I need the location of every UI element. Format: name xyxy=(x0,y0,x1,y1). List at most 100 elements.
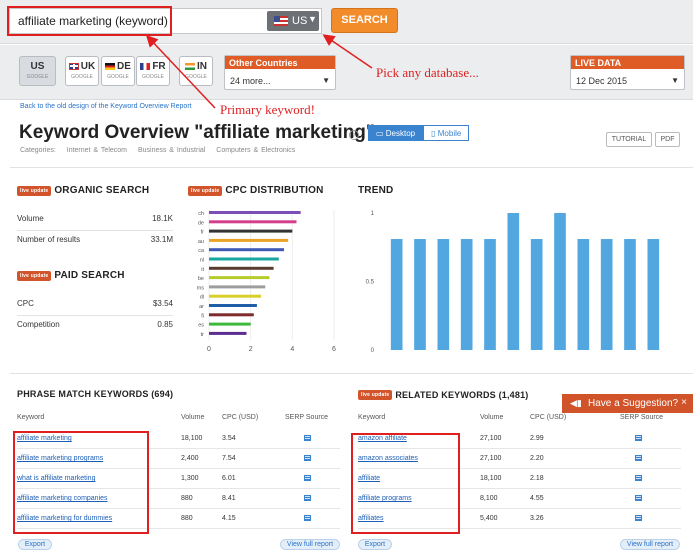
mobile-toggle-button[interactable]: ▯ Mobile xyxy=(423,125,470,141)
bar xyxy=(460,239,473,350)
cpc-cell: 3.26 xyxy=(530,515,544,522)
serp-snapshot-icon[interactable] xyxy=(635,455,642,461)
volume-cell: 27,100 xyxy=(480,435,502,442)
export-button[interactable]: Export xyxy=(358,539,392,550)
metric-row-cpc: CPC $3.54 xyxy=(17,295,173,316)
volume-cell: 880 xyxy=(181,495,193,502)
col-header-keyword: Keyword xyxy=(358,414,386,421)
cpc-cell: 3.54 xyxy=(222,435,236,442)
tick-label: 4 xyxy=(290,346,294,353)
serp-snapshot-icon[interactable] xyxy=(635,515,642,521)
phone-icon: ▯ xyxy=(431,129,438,138)
bar xyxy=(209,322,251,326)
serp-snapshot-icon[interactable] xyxy=(304,455,311,461)
monitor-icon: ▭ xyxy=(376,129,386,138)
tick-label: 0 xyxy=(371,348,375,354)
col-header-volume: Volume xyxy=(480,414,504,421)
category-label: ca xyxy=(198,248,205,254)
cpc-cell: 8.41 xyxy=(222,495,236,502)
close-icon[interactable]: × xyxy=(681,397,687,408)
cpc-cell: 4.55 xyxy=(530,495,544,502)
annotation-pick-database: Pick any database... xyxy=(376,65,479,80)
live-update-badge: live update xyxy=(358,389,393,400)
bar xyxy=(209,257,279,261)
pdf-button[interactable]: PDF xyxy=(655,132,680,147)
bar xyxy=(209,313,254,317)
volume-cell: 8,100 xyxy=(480,495,498,502)
cpc-cell: 2.20 xyxy=(530,455,544,462)
categories-label: Categories: xyxy=(20,147,56,154)
metric-label: Volume xyxy=(17,214,44,223)
annotation-primary-keyword: Primary keyword! xyxy=(220,102,315,117)
view-full-report-button[interactable]: View full report xyxy=(620,539,680,550)
cpc-cell: 2.99 xyxy=(530,435,544,442)
serp-snapshot-icon[interactable] xyxy=(635,495,642,501)
category-label: dl xyxy=(200,295,204,301)
bar xyxy=(209,276,270,280)
metric-row-competition: Competition 0.85 xyxy=(17,316,173,337)
bar xyxy=(209,211,301,214)
metric-label: Competition xyxy=(17,320,60,329)
phrase-match-title: PHRASE MATCH KEYWORDS (694) xyxy=(17,389,174,399)
live-update-badge: live update xyxy=(188,185,223,196)
back-to-old-design-link[interactable]: Back to the old design of the Keyword Ov… xyxy=(20,103,192,110)
view-full-report-button[interactable]: View full report xyxy=(280,539,340,550)
cpc-distribution-title: live update CPC DISTRIBUTION xyxy=(188,185,324,196)
tick-label: 0.5 xyxy=(366,280,375,286)
organic-search-title-text: ORGANIC SEARCH xyxy=(54,185,150,196)
device-toggle: ▭ Desktop ▯ Mobile xyxy=(368,125,470,141)
organic-search-title: live update ORGANIC SEARCH xyxy=(17,185,149,196)
cpc-cell: 7.54 xyxy=(222,455,236,462)
metric-value: $3.54 xyxy=(152,299,173,308)
trend-chart: 00.51 xyxy=(366,211,660,354)
category-label: ch xyxy=(198,211,204,217)
volume-cell: 18,100 xyxy=(181,435,203,442)
serp-snapshot-icon[interactable] xyxy=(304,515,311,521)
category-label: au xyxy=(198,239,204,245)
metric-value: 0.85 xyxy=(157,320,173,329)
serp-snapshot-icon[interactable] xyxy=(635,475,642,481)
col-header-cpc: CPC (USD) xyxy=(222,414,259,421)
serp-snapshot-icon[interactable] xyxy=(635,435,642,441)
metric-value: 33.1M xyxy=(150,235,173,244)
category-item: Business & Industrial xyxy=(137,147,206,154)
desktop-toggle-button[interactable]: ▭ Desktop xyxy=(368,125,424,141)
col-header-serp: SERP Source xyxy=(620,414,664,421)
category-label: fr xyxy=(201,230,205,236)
col-header-keyword: Keyword xyxy=(17,414,45,421)
bar xyxy=(390,239,403,350)
mobile-label: Mobile xyxy=(437,129,462,138)
bar xyxy=(484,239,496,350)
metric-row-results: Number of results 33.1M xyxy=(17,231,173,252)
bar xyxy=(209,304,257,307)
related-keywords-title: live update RELATED KEYWORDS (1,481) xyxy=(358,389,528,400)
info-icon[interactable]: i xyxy=(349,130,359,140)
suggestion-label: Have a Suggestion? xyxy=(588,398,679,409)
tutorial-button[interactable]: TUTORIAL xyxy=(606,132,652,147)
bar xyxy=(647,239,660,350)
cpc-cell: 4.15 xyxy=(222,515,236,522)
tick-label: 0 xyxy=(207,346,211,353)
bar xyxy=(209,331,247,335)
live-update-badge: live update xyxy=(17,185,52,196)
bar xyxy=(209,229,293,233)
category-label: ms xyxy=(197,285,205,291)
category-label: it xyxy=(201,267,204,273)
serp-snapshot-icon[interactable] xyxy=(304,435,311,441)
bar xyxy=(507,213,520,350)
trend-title: TREND xyxy=(358,185,393,196)
annotation-box-related xyxy=(351,433,460,534)
page-title: Keyword Overview "affiliate marketing" xyxy=(19,122,375,143)
bar xyxy=(554,213,566,350)
col-header-cpc: CPC (USD) xyxy=(530,414,567,421)
cpc-cell: 6.01 xyxy=(222,475,236,482)
have-a-suggestion-widget[interactable]: ◀▮ Have a Suggestion? × xyxy=(562,394,693,413)
volume-cell: 1,300 xyxy=(181,475,199,482)
category-item: Internet & Telecom xyxy=(66,147,127,154)
serp-snapshot-icon[interactable] xyxy=(304,495,311,501)
bar xyxy=(414,239,426,350)
live-update-badge: live update xyxy=(17,270,52,281)
serp-snapshot-icon[interactable] xyxy=(304,475,311,481)
export-button[interactable]: Export xyxy=(18,539,52,550)
bar xyxy=(209,285,266,289)
